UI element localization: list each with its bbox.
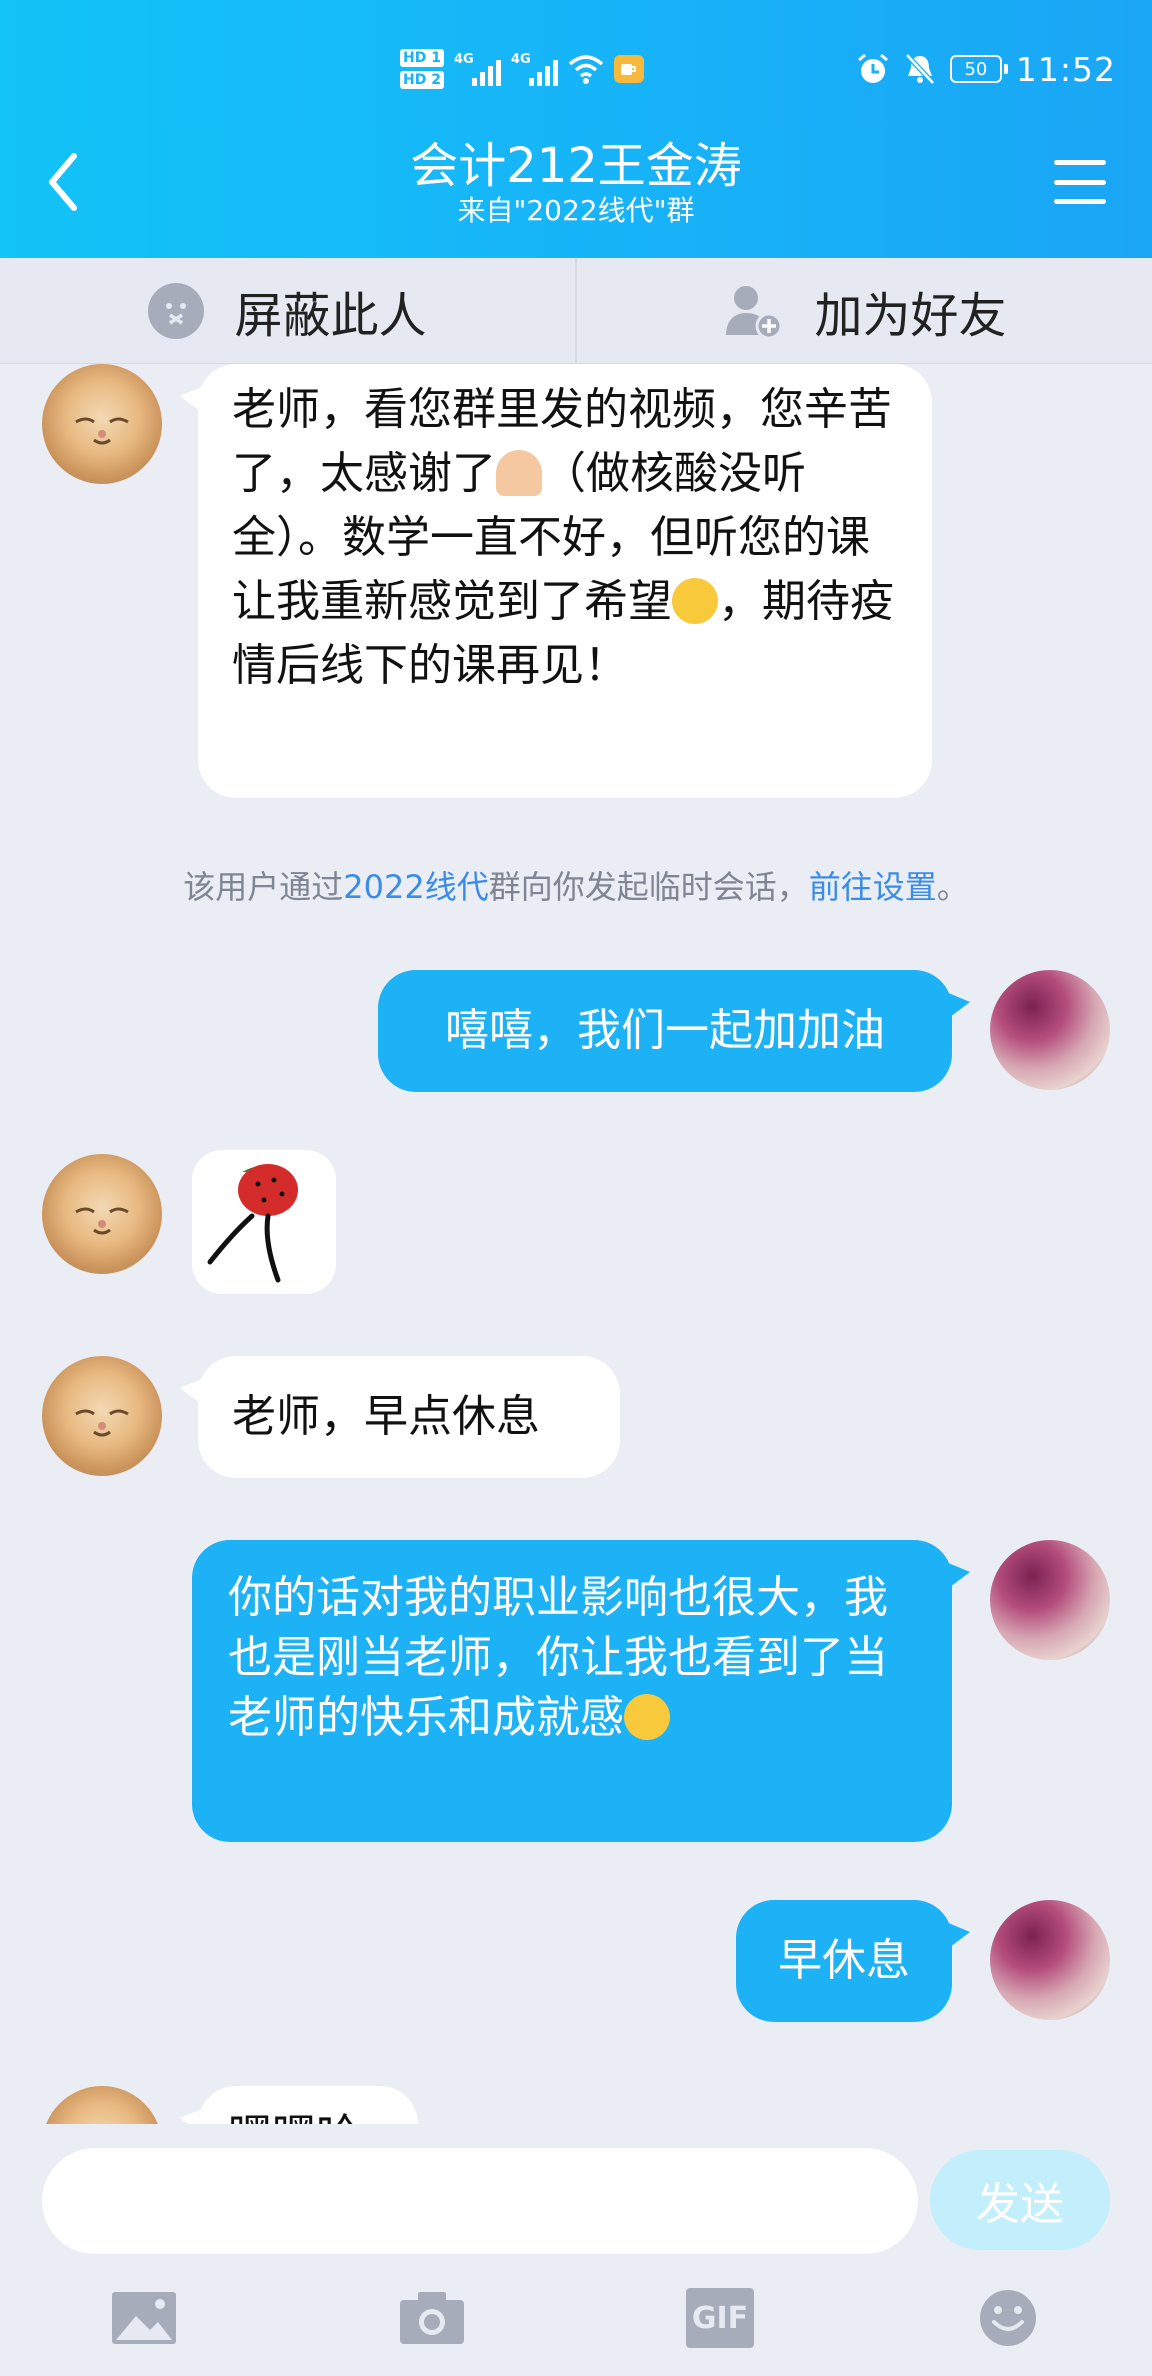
status-right: 50 11:52 — [856, 40, 1116, 98]
signal-2-icon: 4G — [511, 52, 558, 86]
message-bubble[interactable]: 老师，看您群里发的视频，您辛苦了，太感谢了 （做核酸没听全）。数学一直不好，但听您… — [180, 364, 932, 798]
message-text: 老师，早点休息 — [232, 1391, 540, 1442]
chat-header: HD 1 HD 2 4G 4G 50 11:52 会计212王金涛 来自"202… — [0, 0, 1152, 258]
status-bar: HD 1 HD 2 4G 4G 50 11:52 — [0, 40, 1152, 100]
block-user-label: 屏蔽此人 — [234, 287, 427, 344]
system-notice: 该用户通过2022线代群向你发起临时会话，前往设置。 — [183, 868, 969, 906]
clock: 11:52 — [1015, 49, 1116, 89]
strawberry-sticker[interactable] — [192, 1150, 336, 1294]
message-input[interactable] — [42, 2148, 918, 2254]
input-toolbar: GIF — [0, 2274, 1152, 2374]
my-avatar[interactable] — [990, 1540, 1110, 1660]
chat-subtitle: 来自"2022线代"群 — [457, 194, 695, 227]
gif-button[interactable]: GIF — [686, 2288, 754, 2348]
notification-app-icon — [613, 55, 644, 83]
message-bubble[interactable]: 嘻嘻，我们一起加加油 — [378, 970, 970, 1092]
message-bubble[interactable]: 早休息 — [736, 1900, 970, 2022]
message-text: 早休息 — [778, 1935, 910, 1986]
message-text: 你的话对我的职业影响也很大，我也是刚当老师，你让我也看到了当老师的快乐和成就感 — [228, 1572, 888, 1743]
message-bubble[interactable]: 嘿嘿哈 — [180, 2086, 418, 2124]
wifi-icon — [568, 55, 604, 84]
contact-avatar[interactable] — [42, 364, 162, 484]
block-icon — [148, 282, 205, 339]
my-avatar[interactable] — [990, 970, 1110, 1090]
hd2-badge: HD 2 — [400, 71, 444, 89]
goto-settings-link[interactable]: 前往设置 — [809, 868, 937, 906]
network-indicators: HD 1 HD 2 4G 4G — [400, 40, 644, 98]
menu-icon[interactable] — [1054, 160, 1106, 204]
my-avatar[interactable] — [990, 1900, 1110, 2020]
signal-1-icon: 4G — [454, 52, 501, 86]
emoji-icon[interactable] — [974, 2288, 1042, 2348]
action-bar: 屏蔽此人 加为好友 — [0, 258, 1152, 364]
message-text: 嘻嘻，我们一起加加油 — [445, 1005, 885, 1056]
image-icon[interactable] — [110, 2288, 178, 2348]
back-button[interactable] — [44, 150, 84, 214]
chat-title-block: 会计212王金涛 来自"2022线代"群 — [276, 138, 876, 228]
input-bar: 发送 GIF — [0, 2124, 1152, 2376]
block-user-button[interactable]: 屏蔽此人 — [0, 258, 575, 363]
hd1-badge: HD 1 — [400, 49, 444, 67]
message-text: 老师，看您群里发的视频，您辛苦了，太感谢了 （做核酸没听全）。数学一直不好，但听您… — [232, 384, 894, 691]
laughing-emoji-icon — [672, 578, 718, 624]
message-list[interactable]: 老师，看您群里发的视频，您辛苦了，太感谢了 （做核酸没听全）。数学一直不好，但听您… — [0, 364, 1152, 2124]
alarm-icon — [857, 53, 888, 83]
message-bubble[interactable]: 老师，早点休息 — [180, 1356, 620, 1478]
mute-bell-icon — [905, 53, 935, 85]
add-friend-icon — [726, 285, 783, 339]
battery-icon: 50 — [949, 55, 1008, 83]
grinning-emoji-icon — [624, 1694, 670, 1740]
contact-avatar[interactable] — [42, 1154, 162, 1274]
group-link[interactable]: 2022线代 — [343, 868, 488, 906]
message-bubble[interactable]: 你的话对我的职业影响也很大，我也是刚当老师，你让我也看到了当老师的快乐和成就感 — [192, 1540, 970, 1842]
camera-icon[interactable] — [398, 2288, 466, 2348]
message-text: 嘿嘿哈 — [228, 2104, 388, 2124]
send-button[interactable]: 发送 — [930, 2150, 1110, 2250]
contact-avatar[interactable] — [42, 1356, 162, 1476]
contact-avatar[interactable] — [42, 2086, 162, 2124]
chat-title: 会计212王金涛 — [410, 138, 742, 194]
add-friend-button[interactable]: 加为好友 — [575, 258, 1152, 363]
add-friend-label: 加为好友 — [814, 287, 1007, 344]
pray-emoji-icon — [496, 450, 542, 496]
